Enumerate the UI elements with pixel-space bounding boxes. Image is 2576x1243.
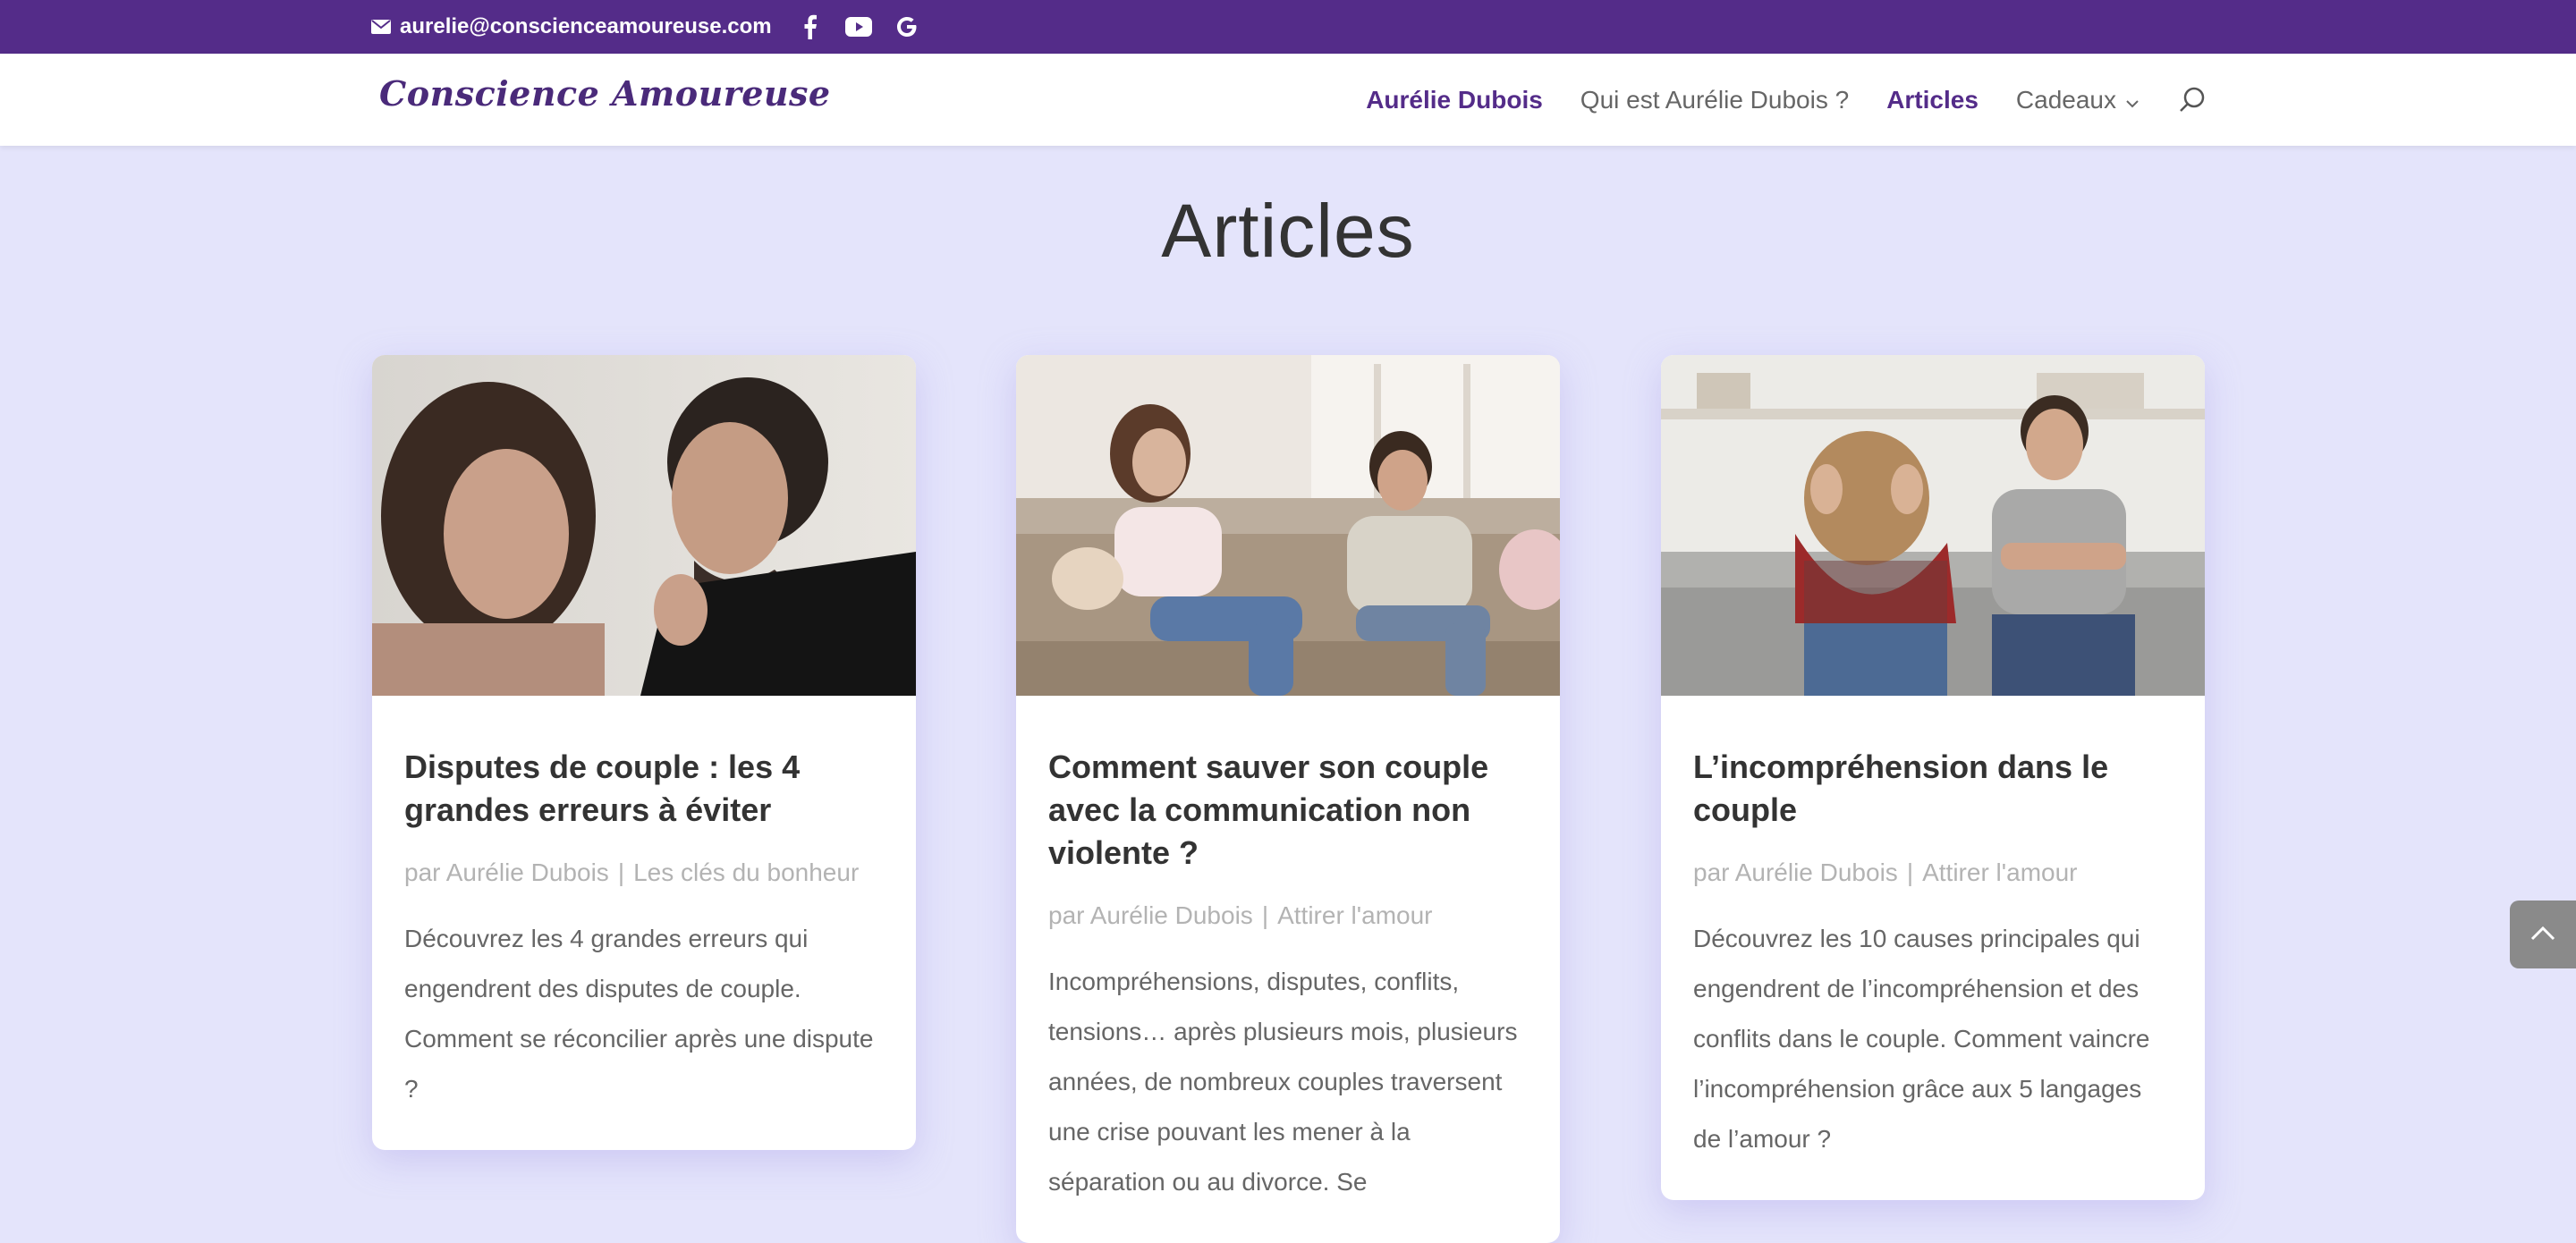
- nav-item-cadeaux-label: Cadeaux: [2015, 85, 2116, 114]
- email-link[interactable]: aurelie@conscienceamoureuse.com: [400, 14, 772, 39]
- site-header: Conscience Amoureuse Aurélie Dubois Qui …: [0, 54, 2576, 146]
- article-card[interactable]: L’incompréhension dans le couple par Aur…: [1661, 355, 2205, 1200]
- article-excerpt: Découvrez les 10 causes principales qui …: [1693, 925, 2150, 1153]
- search-icon[interactable]: [2177, 85, 2207, 115]
- article-excerpt: Incompréhensions, disputes, conflits, te…: [1048, 968, 1518, 1196]
- article-image[interactable]: [1016, 355, 1560, 696]
- chevron-down-icon: [2125, 86, 2140, 114]
- article-author[interactable]: par Aurélie Dubois: [404, 858, 609, 886]
- meta-separator: |: [1906, 858, 1914, 886]
- nav-item-aurelie-dubois[interactable]: Aurélie Dubois: [1366, 86, 1543, 114]
- meta-separator: |: [617, 858, 625, 886]
- scroll-to-top-button[interactable]: [2510, 901, 2576, 968]
- article-author[interactable]: par Aurélie Dubois: [1693, 858, 1898, 886]
- article-card[interactable]: Comment sauver son couple avec la commun…: [1016, 355, 1560, 1243]
- article-meta: par Aurélie Dubois | Attirer l'amour: [1048, 901, 1528, 930]
- nav-item-cadeaux[interactable]: Cadeaux: [2016, 86, 2140, 114]
- meta-separator: |: [1261, 901, 1269, 929]
- article-meta: par Aurélie Dubois | Attirer l'amour: [1693, 858, 2173, 887]
- site-logo[interactable]: Conscience Amoureuse: [379, 73, 831, 114]
- article-author[interactable]: par Aurélie Dubois: [1048, 901, 1253, 929]
- facebook-icon[interactable]: [797, 13, 824, 40]
- article-excerpt: Découvrez les 4 grandes erreurs qui enge…: [404, 925, 874, 1103]
- article-category[interactable]: Attirer l'amour: [1922, 858, 2077, 886]
- main-nav: Aurélie Dubois Qui est Aurélie Dubois ? …: [1366, 54, 2207, 146]
- article-meta: par Aurélie Dubois | Les clés du bonheur: [404, 858, 884, 887]
- chevron-up-icon: [2529, 924, 2556, 946]
- article-image[interactable]: [372, 355, 916, 696]
- article-title[interactable]: Comment sauver son couple avec la commun…: [1048, 746, 1528, 875]
- social-links: [797, 13, 920, 40]
- nav-item-articles[interactable]: Articles: [1886, 86, 1979, 114]
- article-card[interactable]: Disputes de couple : les 4 grandes erreu…: [372, 355, 916, 1150]
- article-image[interactable]: [1661, 355, 2205, 696]
- top-bar: aurelie@conscienceamoureuse.com: [0, 0, 2576, 54]
- envelope-icon: [371, 20, 391, 34]
- article-category[interactable]: Les clés du bonheur: [633, 858, 859, 886]
- page-title: Articles: [1161, 189, 1415, 273]
- article-title[interactable]: Disputes de couple : les 4 grandes erreu…: [404, 746, 884, 832]
- google-icon[interactable]: [894, 13, 920, 40]
- nav-item-qui-est[interactable]: Qui est Aurélie Dubois ?: [1580, 86, 1849, 114]
- youtube-icon[interactable]: [844, 13, 872, 40]
- article-category[interactable]: Attirer l'amour: [1277, 901, 1432, 929]
- article-title[interactable]: L’incompréhension dans le couple: [1693, 746, 2173, 832]
